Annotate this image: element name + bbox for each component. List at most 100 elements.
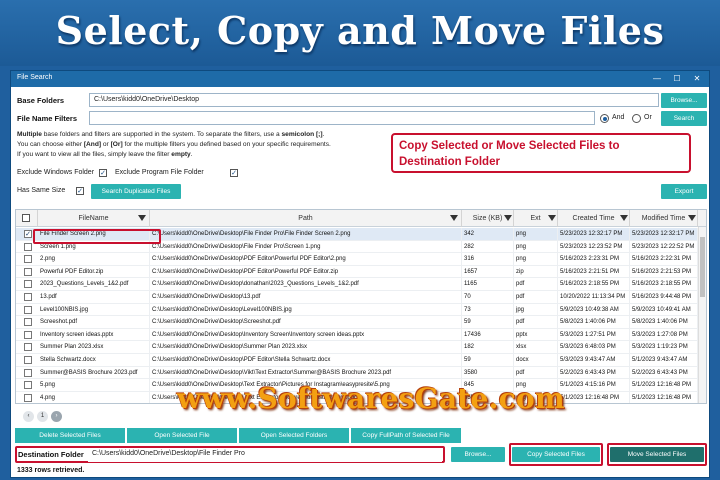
row-checkbox[interactable] <box>24 242 32 251</box>
table-row[interactable]: Inventory screen ideas.pptx C:\Users\kidd… <box>16 328 706 342</box>
filter-icon[interactable] <box>504 215 512 221</box>
vertical-scrollbar[interactable] <box>698 227 706 403</box>
col-created-label: Created Time <box>572 215 615 222</box>
search-button[interactable]: Search <box>661 111 707 126</box>
col-path[interactable]: Path <box>150 210 462 227</box>
filter-icon[interactable] <box>548 215 556 221</box>
move-selected-button[interactable]: Move Selected Files <box>610 447 704 462</box>
status-text: 1333 rows retrieved. <box>17 467 85 474</box>
browse-destination-button[interactable]: Browse... <box>451 447 505 462</box>
table-row[interactable]: Stella Schwartz.docx C:\Users\kidd0\OneDr… <box>16 354 706 367</box>
open-selected-file-button[interactable]: Open Selected File <box>127 428 237 443</box>
browse-base-button[interactable]: Browse... <box>661 93 707 108</box>
filter-icon[interactable] <box>688 215 696 221</box>
copy-selected-button[interactable]: Copy Selected Files <box>512 447 600 462</box>
exclude-windows-checkbox[interactable]: ✓ <box>99 169 107 177</box>
row-checkbox[interactable] <box>24 368 32 377</box>
pager-prev[interactable]: ‹ <box>23 411 34 422</box>
cell-created: 5/23/2023 12:23:52 PM <box>558 240 630 253</box>
cell-filename: 2023_Questions_Levels_1&2.pdf <box>38 278 150 291</box>
has-same-size-label: Has Same Size <box>17 187 66 194</box>
table-row[interactable]: 2.png C:\Users\kidd0\OneDrive\Desktop\PDF… <box>16 253 706 266</box>
cell-filename: 4.png <box>38 391 150 403</box>
cell-modified: 5/3/2023 1:27:08 PM <box>630 328 698 341</box>
cell-created: 5/9/2023 10:49:38 AM <box>558 303 630 316</box>
file-search-window: File Search — ☐ ✕ Base Folders C:\Users\… <box>10 70 710 478</box>
col-path-label: Path <box>298 215 313 222</box>
filter-icon[interactable] <box>138 215 146 221</box>
row-checkbox[interactable] <box>24 318 32 327</box>
copy-fullpath-button[interactable]: Copy FullPath of Selected File <box>351 428 461 443</box>
table-row[interactable]: Summer@BASIS Brochure 2023.pdf C:\Users\k… <box>16 366 706 380</box>
col-modified[interactable]: Modified Time <box>630 210 698 227</box>
cell-path: C:\Users\kidd0\OneDrive\Desktop\13.pdf <box>150 291 462 303</box>
delete-selected-button[interactable]: Delete Selected Files <box>15 428 125 443</box>
cell-modified: 5/16/2023 2:22:31 PM <box>630 253 698 266</box>
cell-size: 182 <box>462 341 514 354</box>
cell-filename: 13.pdf <box>38 291 150 303</box>
table-row[interactable]: Screeshot.pdf C:\Users\kidd0\OneDrive\Des… <box>16 316 706 329</box>
filter-icon[interactable] <box>450 215 458 221</box>
base-folders-input[interactable]: C:\Users\kidd0\OneDrive\Desktop <box>89 93 659 107</box>
col-ext[interactable]: Ext <box>514 210 558 227</box>
cell-modified: 5/1/2023 12:16:48 PM <box>630 391 698 403</box>
col-size[interactable]: Size (KB) <box>462 210 514 227</box>
cell-ext: docx <box>514 354 558 366</box>
row-checkbox[interactable] <box>24 280 32 289</box>
row-checkbox[interactable] <box>24 305 32 314</box>
export-button[interactable]: Export <box>661 184 707 199</box>
table-row[interactable]: Powerful PDF Editor.zip C:\Users\kidd0\On… <box>16 265 706 279</box>
help-line1-end: . <box>322 131 325 138</box>
col-filename-label: FileName <box>78 215 109 222</box>
row-checkbox[interactable]: ✓ <box>24 230 32 238</box>
help-line3-end: . <box>190 151 193 158</box>
or-radio[interactable] <box>632 114 641 123</box>
cell-modified: 5/23/2023 12:22:52 PM <box>630 240 698 253</box>
scroll-thumb[interactable] <box>700 237 705 297</box>
file-name-filters-label: File Name Filters <box>17 114 78 123</box>
cell-path: C:\Users\kidd0\OneDrive\Desktop\Summer P… <box>150 341 462 354</box>
cell-modified: 5/16/2023 2:21:53 PM <box>630 265 698 278</box>
and-radio[interactable] <box>600 114 609 123</box>
cell-ext: pdf <box>514 278 558 291</box>
exclude-program-checkbox[interactable]: ✓ <box>230 169 238 177</box>
cell-filename: Screeshot.pdf <box>38 316 150 329</box>
row-checkbox[interactable] <box>24 356 32 364</box>
pager-next[interactable]: › <box>51 411 62 422</box>
table-row[interactable]: 2023_Questions_Levels_1&2.pdf C:\Users\ki… <box>16 278 706 291</box>
row-checkbox[interactable] <box>24 343 32 352</box>
cell-filename: Level100NBIS.jpg <box>38 303 150 316</box>
minimize-button[interactable]: — <box>647 72 667 86</box>
callout-line1: Copy Selected or Move Selected Files to <box>399 140 620 152</box>
close-button[interactable]: ✕ <box>687 72 707 86</box>
maximize-button[interactable]: ☐ <box>667 72 687 86</box>
file-name-filters-input[interactable] <box>89 111 595 125</box>
cell-size: 17436 <box>462 328 514 341</box>
cell-ext: pdf <box>514 316 558 329</box>
cell-filename: Summer Plan 2023.xlsx <box>38 341 150 354</box>
watermark: www.SoftwaresGate.com <box>177 382 565 415</box>
row-checkbox[interactable] <box>24 255 32 264</box>
pager-page[interactable]: 1 <box>37 411 48 422</box>
row-checkbox[interactable] <box>24 293 32 301</box>
destination-input[interactable]: C:\Users\kidd0\OneDrive\Desktop\File Fin… <box>88 448 442 462</box>
col-filename[interactable]: FileName <box>38 210 150 227</box>
cell-ext: pdf <box>514 291 558 303</box>
row-checkbox[interactable] <box>24 267 32 276</box>
select-all-header[interactable] <box>16 210 38 227</box>
has-same-size-checkbox[interactable]: ✓ <box>76 187 84 195</box>
row-checkbox[interactable] <box>24 381 32 390</box>
search-duplicated-button[interactable]: Search Duplicated Files <box>91 184 181 199</box>
cell-ext: xlsx <box>514 341 558 354</box>
table-row[interactable]: Level100NBIS.jpg C:\Users\kidd0\OneDrive\… <box>16 303 706 317</box>
open-selected-folders-button[interactable]: Open Selected Folders <box>239 428 349 443</box>
table-row[interactable]: Summer Plan 2023.xlsx C:\Users\kidd0\OneD… <box>16 341 706 354</box>
row-checkbox[interactable] <box>24 330 32 339</box>
filter-icon[interactable] <box>620 215 628 221</box>
col-size-label: Size (KB) <box>472 215 503 222</box>
table-row[interactable]: 13.pdf C:\Users\kidd0\OneDrive\Desktop\13… <box>16 291 706 304</box>
select-all-checkbox[interactable] <box>22 214 30 222</box>
cell-modified: 5/1/2023 9:43:47 AM <box>630 354 698 366</box>
col-created[interactable]: Created Time <box>558 210 630 227</box>
row-checkbox[interactable] <box>24 393 32 402</box>
